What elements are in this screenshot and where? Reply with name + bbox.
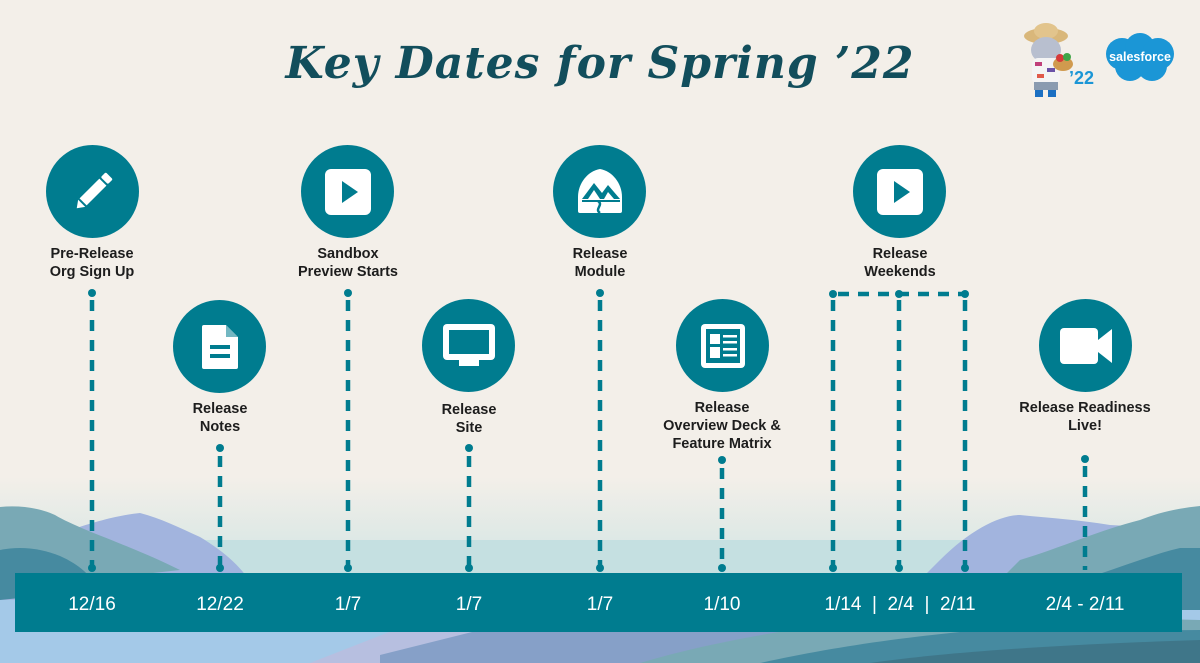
milestone-label-release-module: Release Module	[510, 245, 690, 281]
date-label-release-site: 1/7	[455, 594, 483, 615]
date-label-release-notes: 12/22	[196, 594, 244, 615]
date-label-readiness-live: 2/4 - 2/11	[1045, 594, 1125, 615]
label-line: Sandbox	[317, 246, 379, 262]
label-line: Release	[694, 400, 750, 416]
key-dates-slide: Key Dates for Spring ’22 ’22 salesforce	[0, 0, 1200, 663]
label-line: Module	[574, 264, 626, 280]
date-label-pre-release: 12/16	[68, 594, 116, 615]
label-line: Release Readiness	[1019, 400, 1151, 416]
milestone-label-release-notes: Release Notes	[130, 400, 310, 436]
milestone-pre-release-icon-circle[interactable]	[46, 145, 139, 238]
pencil-icon	[76, 172, 112, 208]
label-line: Org Sign Up	[49, 264, 135, 280]
play-icon	[876, 168, 923, 215]
milestone-overview-deck-icon-circle[interactable]	[676, 299, 769, 392]
label-line: Site	[455, 420, 483, 436]
label-line: Weekends	[864, 264, 936, 280]
date-label-release-module: 1/7	[586, 594, 614, 615]
date-label-sandbox-preview: 1/7	[334, 594, 362, 615]
salesforce-logo-text: salesforce	[1109, 50, 1171, 64]
play-icon	[324, 168, 371, 215]
label-line: Preview Starts	[298, 264, 398, 280]
label-line: Release	[572, 246, 628, 262]
video-camera-icon	[1059, 327, 1112, 364]
document-icon	[201, 324, 238, 369]
date-label-overview-deck: 1/10	[703, 594, 741, 615]
label-line: Pre-Release	[50, 246, 134, 262]
milestone-release-weekends-icon-circle[interactable]	[853, 145, 946, 238]
milestone-label-readiness-live: Release Readiness Live!	[995, 399, 1175, 435]
trailhead-mountain-icon	[577, 168, 622, 214]
milestone-release-site-icon-circle[interactable]	[422, 299, 515, 392]
milestone-release-notes-icon-circle[interactable]	[173, 300, 266, 393]
mascot-year-label: ’22	[1069, 68, 1095, 88]
milestone-label-pre-release: Pre-Release Org Sign Up	[2, 245, 182, 281]
milestone-label-sandbox-preview: Sandbox Preview Starts	[258, 245, 438, 281]
label-line: Release	[192, 401, 248, 417]
label-line: Overview Deck &	[663, 418, 781, 434]
milestone-sandbox-preview-icon-circle[interactable]	[301, 145, 394, 238]
milestone-label-overview-deck: Release Overview Deck & Feature Matrix	[632, 399, 812, 453]
label-line: Live!	[1068, 418, 1102, 434]
label-line: Notes	[199, 419, 241, 435]
milestone-label-release-site: Release Site	[379, 401, 559, 437]
milestone-label-release-weekends: Release Weekends	[810, 245, 990, 281]
monitor-icon	[442, 323, 495, 366]
date-label-release-weekends: 1/14 | 2/4 | 2/11	[824, 594, 976, 615]
label-line: Feature Matrix	[672, 436, 772, 452]
news-layout-icon	[700, 323, 745, 368]
milestone-readiness-live-icon-circle[interactable]	[1039, 299, 1132, 392]
label-line: Release	[872, 246, 928, 262]
label-line: Release	[441, 402, 497, 418]
milestone-release-module-icon-circle[interactable]	[553, 145, 646, 238]
